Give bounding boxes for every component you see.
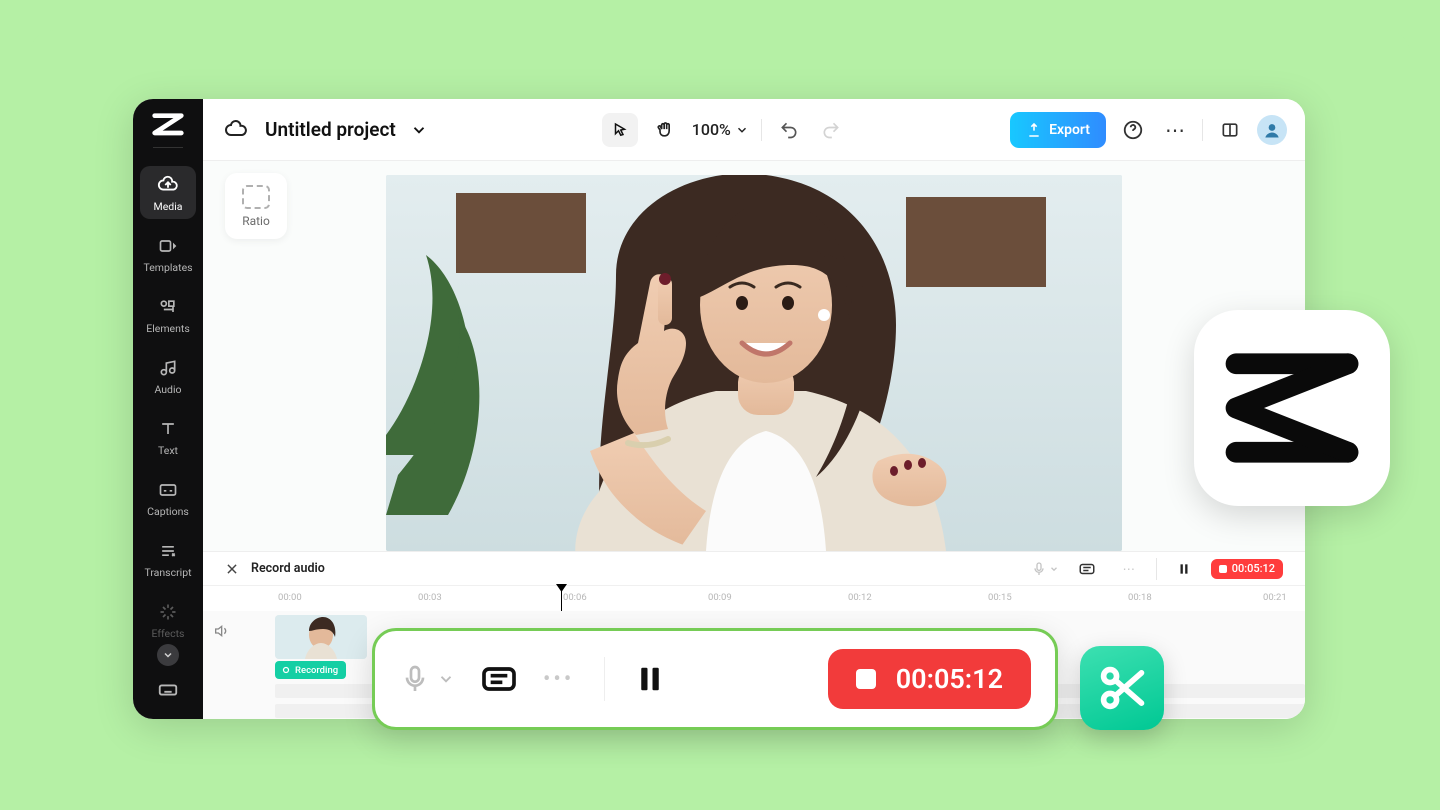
ruler-tick: 00:12 xyxy=(848,592,872,603)
teleprompter-button[interactable] xyxy=(479,659,519,699)
sidebar-more-button[interactable] xyxy=(157,644,179,666)
ruler-tick: 00:21 xyxy=(1263,592,1287,603)
ruler-tick: 00:15 xyxy=(988,592,1012,603)
floating-record-bar: ••• 00:05:12 xyxy=(372,628,1058,730)
cloud-sync-icon[interactable] xyxy=(221,115,251,145)
panel-title: Record audio xyxy=(251,561,325,576)
main-column: Untitled project 100% xyxy=(203,99,1305,719)
ratio-button[interactable]: Ratio xyxy=(225,173,287,239)
video-clip[interactable] xyxy=(275,615,367,659)
record-dot-icon xyxy=(281,665,291,675)
sidebar-item-effects[interactable]: Effects xyxy=(140,593,196,646)
ruler-tick: 00:18 xyxy=(1128,592,1152,603)
capcut-logo-icon xyxy=(1218,349,1366,467)
sidebar-item-media[interactable]: Media xyxy=(140,166,196,219)
text-icon xyxy=(157,418,179,440)
toolbar-separator xyxy=(761,119,762,141)
ruler-tick: 00:06 xyxy=(563,592,587,603)
cursor-tool-button[interactable] xyxy=(602,113,638,147)
sidebar-label-effects: Effects xyxy=(152,627,185,640)
hand-tool-button[interactable] xyxy=(650,115,680,145)
keyboard-icon[interactable] xyxy=(157,679,179,701)
sidebar-divider xyxy=(153,147,183,148)
stop-record-button[interactable]: 00:05:12 xyxy=(828,649,1031,709)
stop-icon xyxy=(856,669,876,689)
zoom-value: 100% xyxy=(692,120,731,139)
audio-icon xyxy=(157,357,179,379)
pause-button[interactable] xyxy=(635,662,665,696)
user-avatar[interactable] xyxy=(1257,115,1287,145)
sidebar-label-elements: Elements xyxy=(146,322,190,335)
export-button[interactable]: Export xyxy=(1010,112,1106,148)
templates-icon xyxy=(157,235,179,257)
ratio-frame-icon xyxy=(242,185,270,209)
redo-button[interactable] xyxy=(816,115,846,145)
float-separator xyxy=(604,657,605,701)
left-sidebar: Media Templates Elements Audio Text xyxy=(133,99,203,719)
record-timer: 00:05:12 xyxy=(896,663,1003,695)
cloud-upload-icon xyxy=(157,174,179,196)
more-menu-button[interactable]: ⋯ xyxy=(1160,115,1190,145)
sidebar-label-captions: Captions xyxy=(147,505,189,518)
sidebar-item-elements[interactable]: Elements xyxy=(140,288,196,341)
title-chevron-icon[interactable] xyxy=(410,121,428,139)
elements-icon xyxy=(157,296,179,318)
top-toolbar: Untitled project 100% xyxy=(203,99,1305,161)
record-audio-bar: Record audio ⋯ 00:05:12 xyxy=(203,551,1305,585)
mic-select-small[interactable] xyxy=(1030,554,1060,584)
sidebar-item-transcript[interactable]: Transcript xyxy=(140,532,196,585)
scissors-badge xyxy=(1080,646,1164,730)
more-small-button[interactable]: ⋯ xyxy=(1114,554,1144,584)
canvas-area: Ratio xyxy=(203,161,1305,551)
sidebar-item-templates[interactable]: Templates xyxy=(140,227,196,280)
chevron-down-icon xyxy=(437,670,455,688)
panel-toggle-button[interactable] xyxy=(1215,115,1245,145)
ratio-label: Ratio xyxy=(242,214,270,228)
playhead[interactable] xyxy=(561,586,562,611)
zoom-level[interactable]: 100% xyxy=(692,120,749,139)
record-time-pill-small[interactable]: 00:05:12 xyxy=(1211,559,1283,579)
effects-icon xyxy=(157,601,179,623)
preview-illustration xyxy=(386,175,1122,551)
timeline-ruler[interactable]: 00:00 00:03 00:06 00:09 00:12 00:15 00:1… xyxy=(203,585,1305,611)
panel-separator xyxy=(1156,558,1157,580)
sidebar-label-audio: Audio xyxy=(154,383,181,396)
close-panel-button[interactable] xyxy=(225,562,239,576)
ruler-tick: 00:09 xyxy=(708,592,732,603)
ruler-tick: 00:00 xyxy=(278,592,302,603)
sidebar-label-templates: Templates xyxy=(143,261,192,274)
sidebar-item-audio[interactable]: Audio xyxy=(140,349,196,402)
mic-icon xyxy=(399,663,431,695)
ruler-tick: 00:03 xyxy=(418,592,442,603)
sidebar-label-transcript: Transcript xyxy=(144,566,191,579)
app-logo xyxy=(152,113,184,135)
recording-chip-label: Recording xyxy=(295,665,338,676)
sidebar-label-text: Text xyxy=(158,444,178,457)
capcut-badge xyxy=(1194,310,1390,506)
help-button[interactable] xyxy=(1118,115,1148,145)
mic-select-button[interactable] xyxy=(399,663,455,695)
track-volume-icon[interactable] xyxy=(213,623,229,639)
sidebar-label-media: Media xyxy=(154,200,183,213)
toolbar-separator-2 xyxy=(1202,119,1203,141)
video-preview[interactable] xyxy=(386,175,1122,551)
record-time-small: 00:05:12 xyxy=(1232,562,1275,575)
stop-small-icon xyxy=(1219,565,1227,573)
transcript-icon xyxy=(157,540,179,562)
sidebar-item-text[interactable]: Text xyxy=(140,410,196,463)
scissors-icon xyxy=(1096,662,1148,714)
captions-icon xyxy=(157,479,179,501)
export-label: Export xyxy=(1049,122,1090,138)
pause-small-button[interactable] xyxy=(1169,554,1199,584)
editor-window: Media Templates Elements Audio Text xyxy=(133,99,1305,719)
undo-button[interactable] xyxy=(774,115,804,145)
recording-chip[interactable]: Recording xyxy=(275,661,346,679)
project-title[interactable]: Untitled project xyxy=(265,118,396,141)
teleprompter-small-button[interactable] xyxy=(1072,554,1102,584)
sidebar-item-captions[interactable]: Captions xyxy=(140,471,196,524)
more-button[interactable]: ••• xyxy=(543,667,574,692)
